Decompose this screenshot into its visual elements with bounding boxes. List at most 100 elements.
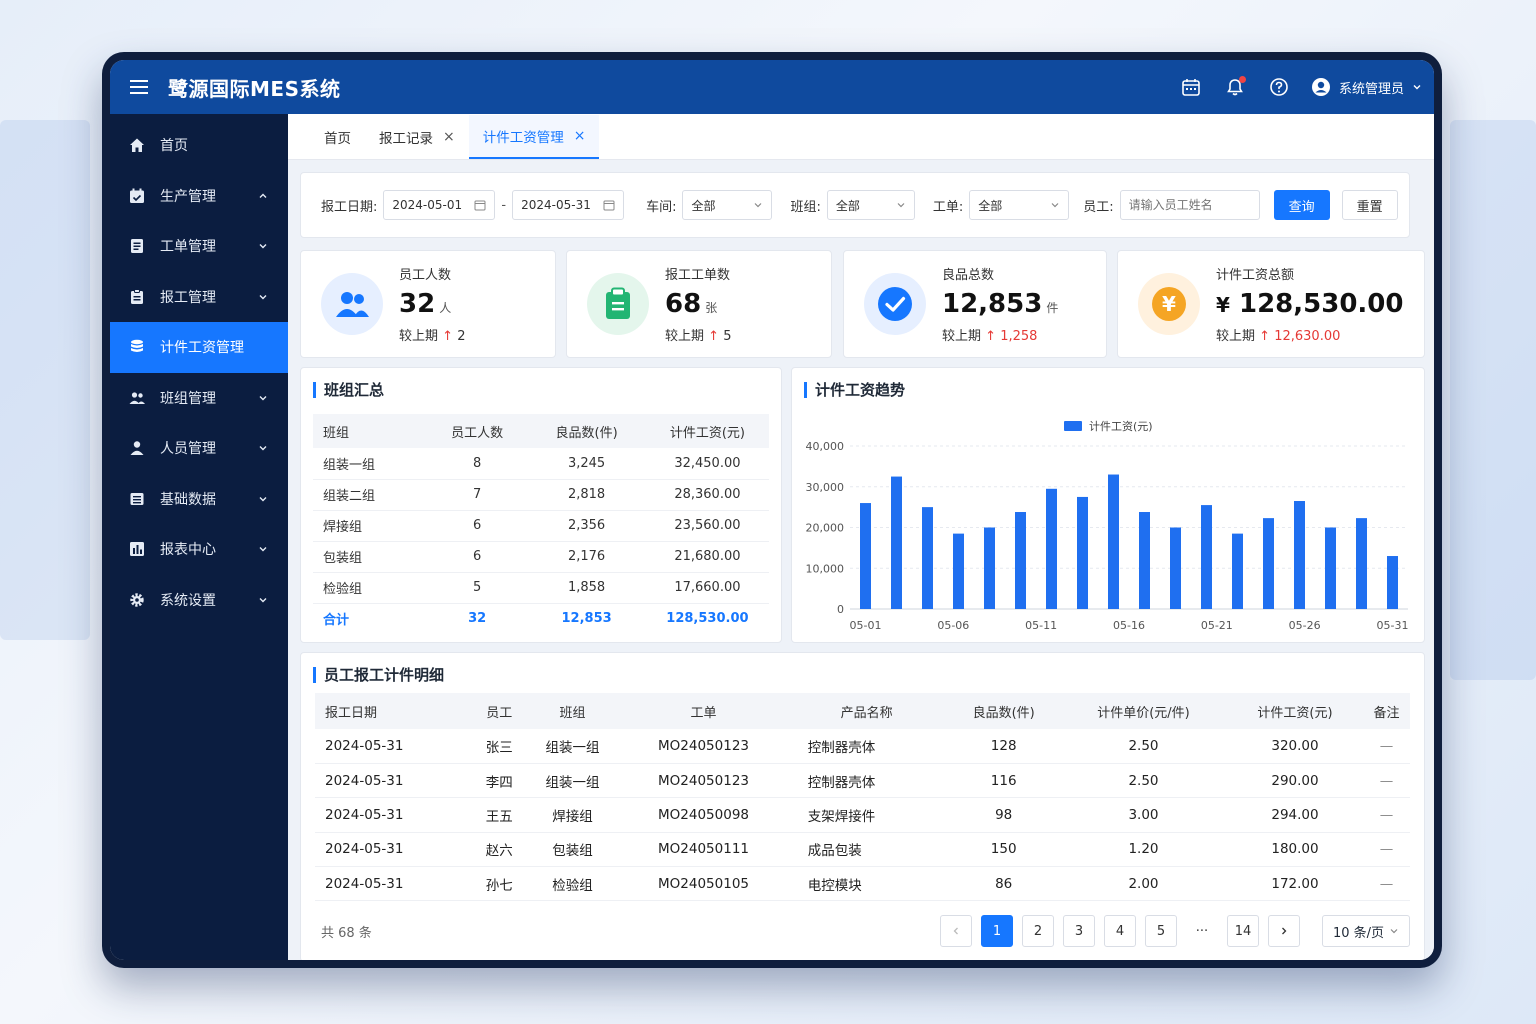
- prev-page-button[interactable]: [940, 915, 972, 947]
- query-button[interactable]: 查询: [1273, 190, 1330, 220]
- table-cell: 2024-05-31: [315, 797, 475, 833]
- table-cell: 1.20: [1059, 832, 1228, 868]
- reset-button[interactable]: 重置: [1341, 190, 1398, 220]
- table-cell: 检验组: [313, 572, 427, 604]
- team-select[interactable]: 全部: [826, 190, 915, 220]
- sidebar-item-work-orders[interactable]: 工单管理: [110, 221, 288, 272]
- bar: [984, 527, 995, 609]
- sidebar-item-label: 报工管理: [160, 289, 216, 306]
- table-row: 2024-05-31 王五 焊接组 MO24050098 支架焊接件 98 3.00 294.…: [315, 797, 1410, 833]
- table-cell: 组装一组: [523, 763, 622, 799]
- sidebar-item-production[interactable]: 生产管理: [110, 171, 288, 222]
- bar: [1325, 527, 1336, 609]
- workshop-select[interactable]: 全部: [682, 190, 773, 220]
- user-name: 系统管理员: [1338, 81, 1404, 97]
- column-header: 产品名称: [785, 693, 948, 729]
- bar: [1387, 556, 1398, 609]
- hamburger-menu-icon[interactable]: [110, 86, 168, 88]
- bar: [1170, 527, 1181, 609]
- gear-icon: [130, 593, 144, 607]
- sidebar-item-label: 计件工资管理: [160, 340, 244, 357]
- date-start-input[interactable]: 2024-05-01: [383, 190, 496, 220]
- x-tick-label: 05-06: [937, 619, 969, 632]
- sidebar-item-base-data[interactable]: 基础数据: [110, 474, 288, 525]
- page-button[interactable]: 4: [1104, 915, 1136, 947]
- x-tick-label: 05-01: [850, 619, 882, 632]
- next-page-button[interactable]: [1268, 915, 1300, 947]
- page-button[interactable]: 2: [1022, 915, 1054, 947]
- table-cell: 8: [427, 448, 528, 480]
- table-row: 检验组 5 1,858 17,660.00: [313, 572, 769, 604]
- chevron-down-icon: [259, 547, 267, 552]
- team-label: 班组:: [790, 199, 821, 215]
- tab-home[interactable]: 首页: [310, 115, 365, 159]
- close-icon[interactable]: ×: [574, 128, 586, 144]
- table-cell: 32,450.00: [645, 448, 769, 480]
- chevron-down-icon: [1390, 929, 1398, 934]
- page-button[interactable]: 3: [1063, 915, 1095, 947]
- sidebar-item-work-report[interactable]: 报工管理: [110, 272, 288, 323]
- user-menu[interactable]: 系统管理员: [1311, 77, 1422, 97]
- help-icon[interactable]: [1257, 60, 1301, 114]
- table-cell: 组装一组: [313, 448, 427, 480]
- team-summary-panel: 班组汇总 班组 员工人数 良品数(件) 计件工资(元) 组装一组 8 3,245 32…: [300, 367, 782, 643]
- close-icon[interactable]: ×: [443, 129, 455, 145]
- table-cell: 支架焊接件: [785, 797, 948, 833]
- table-cell: 检验组: [523, 866, 622, 902]
- table-cell: 电控模块: [785, 866, 948, 902]
- y-tick-label: 40,000: [806, 440, 845, 453]
- table-cell: 控制器壳体: [785, 729, 948, 764]
- stat-value: 12,853 件: [942, 289, 1058, 319]
- table-cell: MO24050123: [621, 763, 786, 799]
- y-tick-label: 30,000: [806, 481, 845, 494]
- sidebar-item-settings[interactable]: 系统设置: [110, 575, 288, 626]
- calendar-icon[interactable]: [1169, 60, 1213, 114]
- chevron-down-icon: [259, 395, 267, 401]
- bar: [1232, 533, 1243, 609]
- comparison-label: 较上期: [399, 329, 439, 344]
- table-cell: 98: [947, 797, 1060, 833]
- page-size-select[interactable]: 10 条/页: [1322, 915, 1410, 947]
- clipboard-icon: [587, 273, 649, 335]
- table-row: 2024-05-31 张三 组装一组 MO24050123 控制器壳体 128 2.50 32…: [315, 729, 1410, 764]
- sidebar-item-label: 系统设置: [160, 592, 216, 609]
- bar: [1015, 512, 1026, 609]
- document-list-icon: [131, 239, 143, 254]
- bar: [953, 533, 964, 609]
- page-button[interactable]: 1: [981, 915, 1013, 947]
- total-cell: 128,530.00: [666, 611, 749, 627]
- table-cell: MO24050098: [621, 797, 786, 833]
- table-cell: 控制器壳体: [785, 763, 948, 799]
- bell-icon[interactable]: [1213, 60, 1257, 114]
- date-end-input[interactable]: 2024-05-31: [512, 190, 625, 220]
- chevron-down-icon: [259, 446, 267, 451]
- total-cell: 12,853: [561, 611, 612, 627]
- table-cell: 6: [427, 541, 528, 573]
- x-tick-label: 05-21: [1201, 619, 1233, 632]
- tab-piece-wage[interactable]: 计件工资管理 ×: [468, 115, 600, 159]
- table-cell: 290.00: [1227, 763, 1363, 799]
- sidebar-item-home[interactable]: 首页: [110, 120, 288, 171]
- total-cell: 32: [468, 611, 487, 627]
- stat-number: 12,853: [942, 289, 1043, 319]
- table-cell: 294.00: [1227, 797, 1363, 833]
- page-button[interactable]: 5: [1145, 915, 1177, 947]
- table-cell: 3,245: [527, 448, 646, 480]
- table-row: 2024-05-31 孙七 检验组 MO24050105 电控模块 86 2.00 172.0…: [315, 866, 1410, 902]
- sidebar-item-personnel[interactable]: 人员管理: [110, 423, 288, 474]
- bar: [922, 507, 933, 609]
- stat-unit: 件: [1046, 301, 1059, 315]
- table-row: 组装二组 7 2,818 28,360.00: [313, 479, 769, 511]
- sidebar-item-piece-wage[interactable]: 计件工资管理: [110, 322, 288, 373]
- employee-name-input[interactable]: [1119, 190, 1260, 220]
- sidebar-item-team[interactable]: 班组管理: [110, 373, 288, 424]
- panel-title: 班组汇总: [313, 382, 384, 398]
- order-select[interactable]: 全部: [969, 190, 1070, 220]
- sidebar-item-reports[interactable]: 报表中心: [110, 524, 288, 575]
- bar: [1139, 512, 1150, 609]
- sidebar-item-label: 基础数据: [160, 491, 216, 508]
- page-button[interactable]: 14: [1227, 915, 1259, 947]
- tab-work-records[interactable]: 报工记录 ×: [365, 115, 469, 159]
- table-cell: 28,360.00: [645, 479, 769, 511]
- table-cell: —: [1362, 866, 1410, 902]
